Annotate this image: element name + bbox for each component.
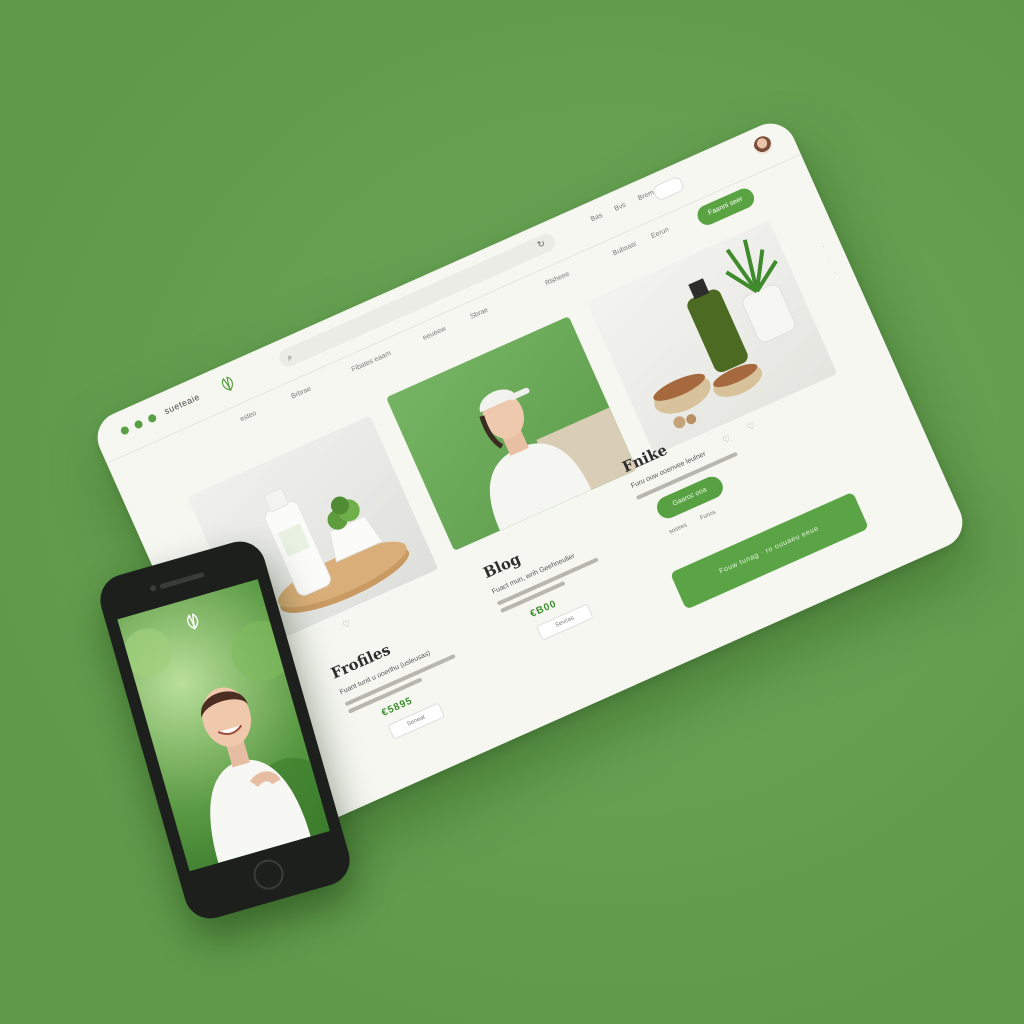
window-dot[interactable] <box>119 425 131 436</box>
blog-price: €B00 <box>528 598 559 620</box>
favorite-icon[interactable]: ♡ <box>341 618 353 631</box>
nav-item[interactable]: Fibates eaam <box>351 350 393 374</box>
window-dot[interactable] <box>146 413 158 424</box>
top-link[interactable]: Bas <box>590 212 604 223</box>
avatar[interactable] <box>751 133 775 158</box>
brand-name: sueteaie <box>162 391 202 417</box>
nav-item[interactable]: Brbrae <box>290 386 312 401</box>
refresh-icon[interactable]: ↻ <box>536 238 547 251</box>
nav-item[interactable]: esteo <box>239 410 257 423</box>
nav-item[interactable]: Eerun <box>650 226 670 240</box>
toggle-pill[interactable] <box>651 175 686 202</box>
profile-link[interactable]: Funcs <box>699 510 716 522</box>
nav-item[interactable]: Sbrae <box>469 307 489 321</box>
main-cta-button[interactable]: Fouw tunag · ro ouuaeu eeue <box>669 491 869 610</box>
profile-link[interactable]: sosees <box>668 522 688 535</box>
camera <box>149 584 157 593</box>
lock-icon: ⌕ <box>285 351 295 363</box>
window-controls <box>119 413 158 436</box>
speaker <box>159 571 205 590</box>
nav-item[interactable]: Rlsheee <box>544 271 570 288</box>
leaf-logo-icon[interactable] <box>213 369 242 398</box>
top-link[interactable]: Brem <box>637 189 655 202</box>
nav-item[interactable]: Bubsasi <box>612 241 638 258</box>
window-dot[interactable] <box>133 419 144 430</box>
favorite-icon[interactable]: ♡ <box>721 433 733 446</box>
home-button[interactable] <box>249 856 288 894</box>
top-link[interactable]: Bvs <box>614 202 628 213</box>
favorite-icon[interactable]: ♡ <box>746 420 758 433</box>
scroll-indicator[interactable]: · · · <box>820 241 839 280</box>
nav-item[interactable]: eeueew <box>422 326 447 342</box>
